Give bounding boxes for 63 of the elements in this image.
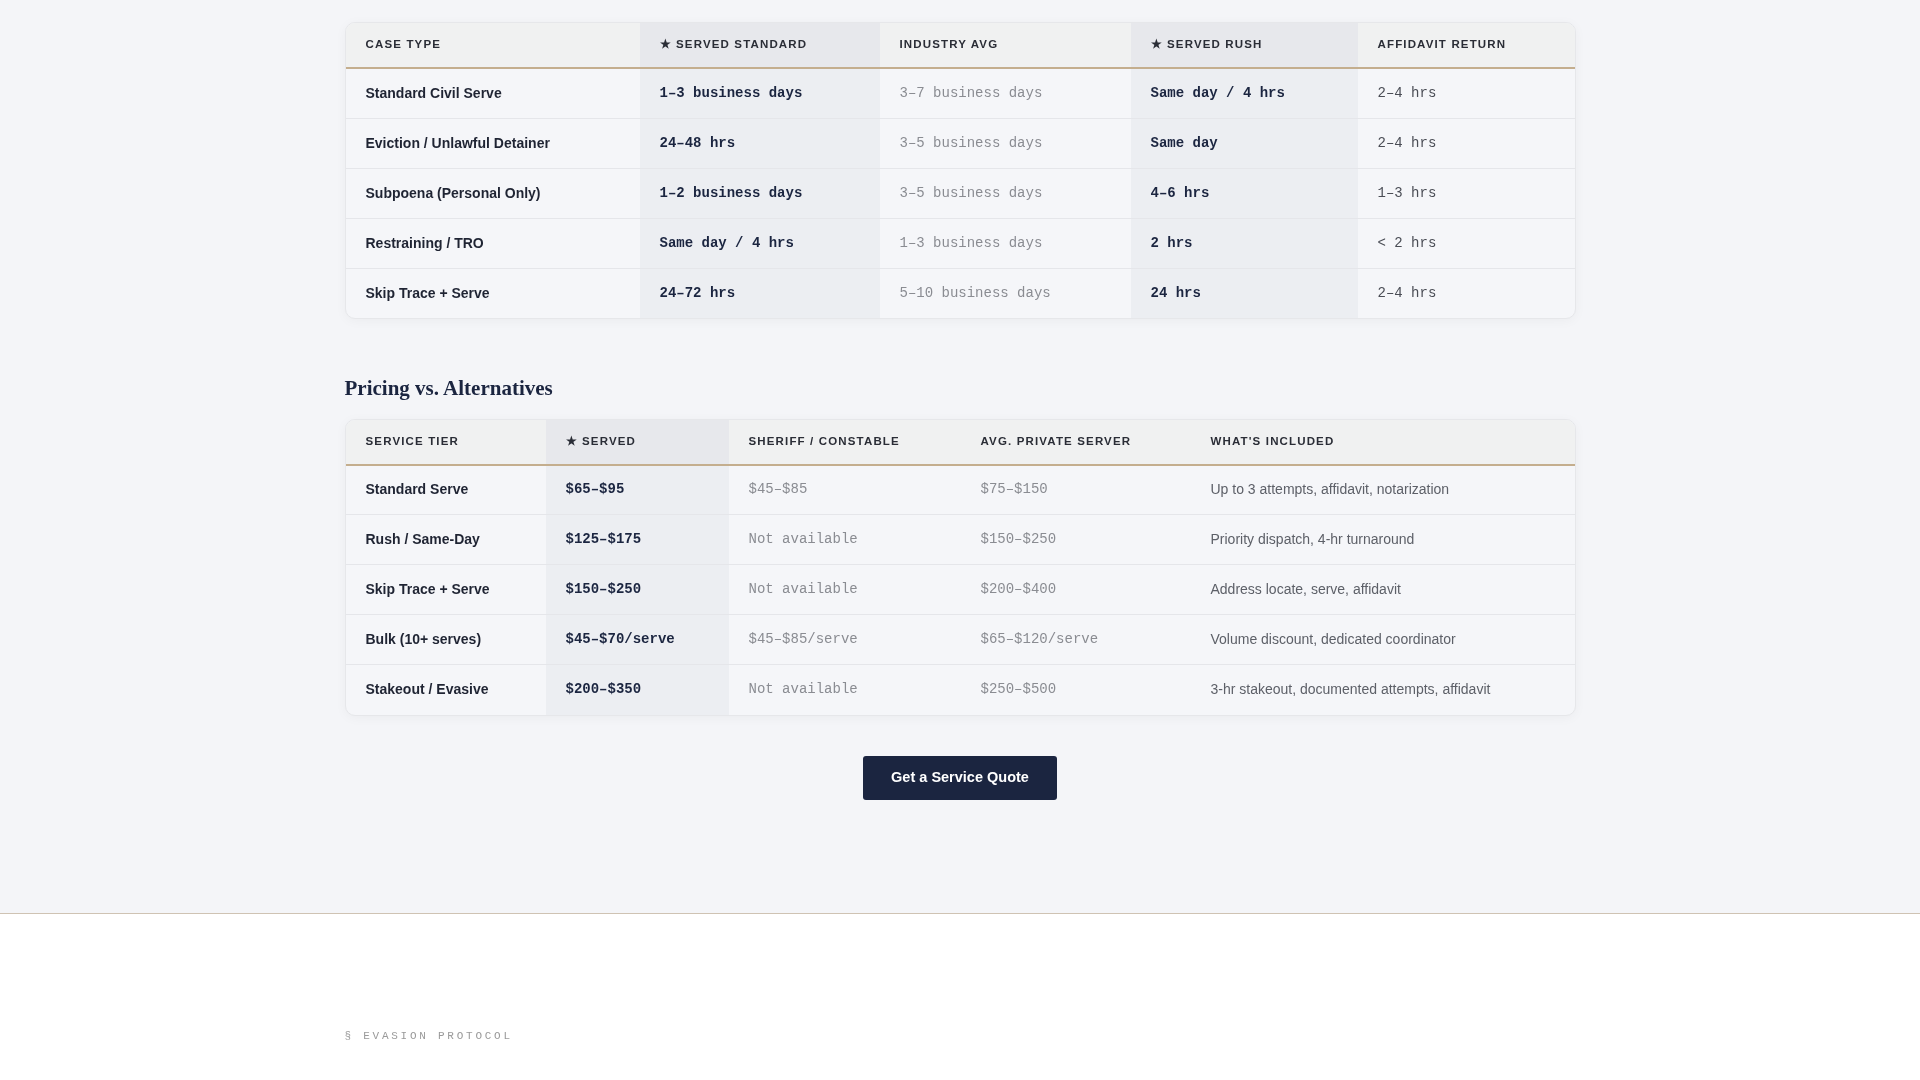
table-cell: $45–$70/serve xyxy=(545,614,729,665)
table-cell: $45–$85/serve xyxy=(728,614,961,665)
table-cell: Priority dispatch, 4-hr turnaround xyxy=(1190,514,1575,565)
section-title: Pricing vs. Alternatives xyxy=(344,375,554,402)
table-cell: Up to 3 attempts, affidavit, notarization xyxy=(1190,464,1575,515)
table-cell: 1–3 business days xyxy=(879,218,1131,268)
table-cell: 1–3 hrs xyxy=(1357,168,1575,218)
column-header: AVG. PRIVATE SERVER xyxy=(960,419,1191,465)
table-cell: $150–$250 xyxy=(545,564,729,615)
table-cell: Restraining / TRO xyxy=(345,218,640,268)
table-cell: $250–$500 xyxy=(960,664,1191,715)
table-cell: Not available xyxy=(728,664,961,715)
table-cell: Same day / 4 hrs xyxy=(1130,68,1358,118)
table-cell: $65–$95 xyxy=(545,464,729,515)
table-cell: 24–72 hrs xyxy=(639,268,880,318)
column-header: SHERIFF / CONSTABLE xyxy=(728,419,961,465)
table-cell: Bulk (10+ serves) xyxy=(345,614,546,665)
table-cell: 3–5 business days xyxy=(879,118,1131,168)
table-cell: 3–5 business days xyxy=(879,168,1131,218)
table-cell: 3-hr stakeout, documented attempts, affidavit xyxy=(1190,664,1575,715)
table-cell: Standard Serve xyxy=(345,464,546,515)
table-cell: 4–6 hrs xyxy=(1130,168,1358,218)
section-eyebrow: § EVASION PROTOCOL xyxy=(344,1029,514,1044)
table-cell: 2–4 hrs xyxy=(1357,118,1575,168)
column-header: INDUSTRY AVG xyxy=(879,23,1131,68)
column-header: WHAT'S INCLUDED xyxy=(1190,419,1575,465)
table-cell: Not available xyxy=(728,514,961,565)
quote-button[interactable]: Get a Service Quote xyxy=(863,755,1057,800)
table-cell: $45–$85 xyxy=(728,464,961,515)
table-cell: 2 hrs xyxy=(1130,218,1358,268)
table-cell: < 2 hrs xyxy=(1357,218,1575,268)
table-cell: 3–7 business days xyxy=(879,68,1131,118)
table-cell: $200–$350 xyxy=(545,664,729,715)
column-header: ★ SERVED RUSH xyxy=(1130,23,1358,68)
table-cell: 2–4 hrs xyxy=(1357,268,1575,318)
table-cell: Same day / 4 hrs xyxy=(639,218,880,268)
table-cell: Address locate, serve, affidavit xyxy=(1190,564,1575,615)
table-cell: Skip Trace + Serve xyxy=(345,564,546,615)
table-cell: Same day xyxy=(1130,118,1358,168)
column-header: ★ SERVED xyxy=(545,419,729,465)
table-cell: Standard Civil Serve xyxy=(345,68,640,118)
table-cell: 2–4 hrs xyxy=(1357,68,1575,118)
table-cell: $125–$175 xyxy=(545,514,729,565)
column-header: AFFIDAVIT RETURN xyxy=(1357,23,1575,68)
table-cell: 5–10 business days xyxy=(879,268,1131,318)
table-cell: $75–$150 xyxy=(960,464,1191,515)
table-cell: 1–2 business days xyxy=(639,168,880,218)
table-cell: $200–$400 xyxy=(960,564,1191,615)
table-cell: $65–$120/serve xyxy=(960,614,1191,665)
table-cell: Skip Trace + Serve xyxy=(345,268,640,318)
table-cell: Eviction / Unlawful Detainer xyxy=(345,118,640,168)
table-cell: Subpoena (Personal Only) xyxy=(345,168,640,218)
table-cell: Volume discount, dedicated coordinator xyxy=(1190,614,1575,665)
table-cell: $150–$250 xyxy=(960,514,1191,565)
table-cell: Rush / Same-Day xyxy=(345,514,546,565)
table-cell: 24–48 hrs xyxy=(639,118,880,168)
column-header: ★ SERVED STANDARD xyxy=(639,23,880,68)
table-cell: Not available xyxy=(728,564,961,615)
column-header: SERVICE TIER xyxy=(345,419,546,465)
column-header: CASE TYPE xyxy=(345,23,640,68)
table-cell: 24 hrs xyxy=(1130,268,1358,318)
table-cell: 1–3 business days xyxy=(639,68,880,118)
table-cell: Stakeout / Evasive xyxy=(345,664,546,715)
